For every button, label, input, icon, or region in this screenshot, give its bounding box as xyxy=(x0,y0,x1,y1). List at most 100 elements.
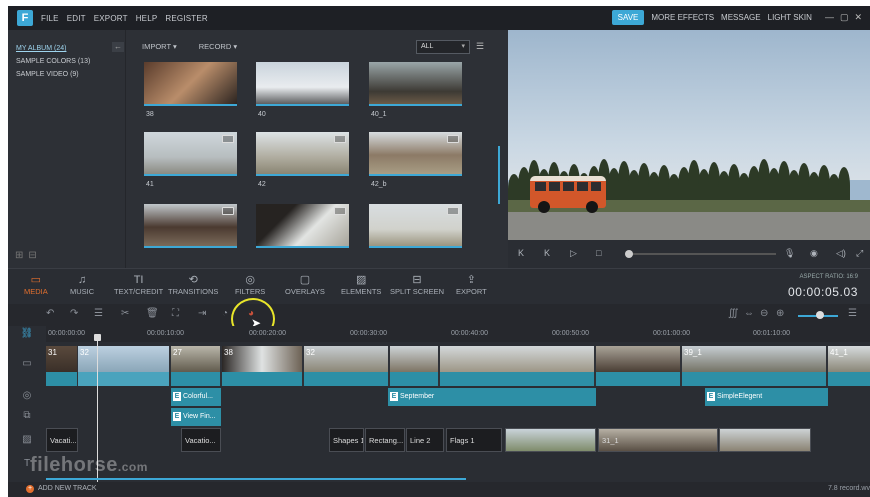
media-thumbnail[interactable]: 42_b xyxy=(369,132,462,188)
cut-icon[interactable]: ✂ xyxy=(121,308,129,319)
more-effects-link[interactable]: MORE EFFECTS xyxy=(651,13,714,22)
tab-elements[interactable]: ▨ ELEMENTS xyxy=(341,273,381,296)
text-clip[interactable]: Vacati... xyxy=(46,428,78,452)
media-thumbnail[interactable]: 40 xyxy=(256,62,349,118)
save-button[interactable]: SAVE xyxy=(611,10,645,25)
duration-icon[interactable]: ⇥ xyxy=(198,308,206,319)
filter-clip[interactable]: E Colorful... xyxy=(171,388,221,406)
main-toolbar: ▭ MEDIA ♫ MUSIC TI TEXT/CREDIT ⟲ TRANSITIONS… xyxy=(8,268,870,304)
video-clip[interactable]: 38 xyxy=(222,346,302,386)
undo-icon[interactable]: ↶ xyxy=(46,308,54,319)
skip-back-icon[interactable]: K xyxy=(518,248,524,258)
timeline-ruler[interactable]: 00:00:00:00 00:00:10:00 00:00:20:00 00:0… xyxy=(46,326,870,342)
text-clip[interactable]: Rectang... xyxy=(365,428,405,452)
video-clip[interactable]: 31 xyxy=(46,346,77,386)
text-clip[interactable]: Shapes 1 xyxy=(329,428,364,452)
zoom-slider-knob[interactable] xyxy=(816,311,824,319)
overlay-track-icon[interactable]: ⧉ xyxy=(8,410,46,430)
record-dropdown[interactable]: RECORD ▾ xyxy=(199,42,237,51)
media-thumbnail[interactable]: 40_1 xyxy=(369,62,462,118)
crop-icon[interactable]: ⛶ xyxy=(172,308,179,319)
collapse-albums-icon[interactable]: ← xyxy=(112,42,124,52)
video-track-icon[interactable]: ▭ xyxy=(8,358,46,378)
speed-icon[interactable]: ◔ xyxy=(222,308,228,319)
album-sample-video[interactable]: SAMPLE VIDEO (9) xyxy=(16,68,125,81)
filter-clip[interactable]: E SimpleElegent xyxy=(705,388,828,406)
play-icon[interactable]: ▷ xyxy=(570,248,577,259)
library-scrollbar[interactable] xyxy=(498,146,500,204)
redo-icon[interactable]: ↷ xyxy=(70,308,78,319)
tab-split-screen[interactable]: ⊟ SPLIT SCREEN xyxy=(390,273,444,296)
element-clip[interactable]: Flags 1 xyxy=(446,428,502,452)
zoom-in-icon[interactable]: ⊕ xyxy=(776,308,784,319)
video-clip[interactable] xyxy=(596,346,680,386)
tab-text-credit[interactable]: TI TEXT/CREDIT xyxy=(114,273,163,296)
filter-track-icon[interactable]: ◎ xyxy=(8,390,46,410)
video-clip-selected[interactable]: 32 xyxy=(78,346,169,386)
zoom-out-icon[interactable]: ⊖ xyxy=(760,308,768,319)
tab-filters[interactable]: ◎ FILTERS xyxy=(235,273,265,296)
video-clip[interactable]: 41_1 xyxy=(828,346,870,386)
link-icon[interactable]: ⛓ xyxy=(8,328,46,348)
media-thumbnail[interactable] xyxy=(369,204,462,250)
playback-knob[interactable] xyxy=(625,250,633,258)
tab-export[interactable]: ⇪ EXPORT xyxy=(456,273,487,296)
audio-mixer-icon[interactable]: ∭ xyxy=(728,308,739,319)
step-back-icon[interactable]: K xyxy=(544,248,550,258)
video-clip[interactable]: 32 xyxy=(304,346,388,386)
plus-icon: + xyxy=(26,485,34,493)
mic-icon[interactable]: 🎙 xyxy=(784,248,795,259)
import-dropdown[interactable]: IMPORT ▾ xyxy=(142,42,177,51)
light-skin-link[interactable]: LIGHT SKIN xyxy=(768,13,812,22)
media-thumbnail[interactable]: 41 xyxy=(144,132,237,188)
menu-file[interactable]: FILE xyxy=(41,14,59,23)
tab-music[interactable]: ♫ MUSIC xyxy=(70,273,94,296)
track-list-icon[interactable]: ☰ xyxy=(848,308,857,319)
video-clip[interactable] xyxy=(440,346,594,386)
menu-export[interactable]: EXPORT xyxy=(94,14,128,23)
message-link[interactable]: MESSAGE xyxy=(721,13,761,22)
volume-icon[interactable]: ◁) xyxy=(836,248,846,259)
close-icon[interactable]: ✕ xyxy=(854,12,862,23)
add-folder-icon[interactable]: ⊞ xyxy=(15,249,23,262)
overlay-clip[interactable]: E View Fin... xyxy=(171,408,221,426)
album-my-album[interactable]: MY ALBUM (24) xyxy=(16,42,125,55)
filter-clip[interactable]: E September xyxy=(388,388,596,406)
maximize-icon[interactable]: ▢ xyxy=(840,12,849,23)
tab-transitions[interactable]: ⟲ TRANSITIONS xyxy=(168,273,218,296)
album-sample-colors[interactable]: SAMPLE COLORS (13) xyxy=(16,55,125,68)
media-clip[interactable] xyxy=(719,428,811,452)
media-thumbnail[interactable]: 38 xyxy=(144,62,237,118)
element-clip[interactable]: Line 2 xyxy=(406,428,444,452)
fit-timeline-icon[interactable]: ⇔ xyxy=(744,308,754,319)
tab-media[interactable]: ▭ MEDIA xyxy=(24,273,48,296)
menu-register[interactable]: REGISTER xyxy=(165,14,208,23)
media-thumbnail[interactable] xyxy=(256,204,349,250)
timeline-scrollbar[interactable] xyxy=(46,478,466,480)
adjust-icon[interactable]: ☰ xyxy=(94,308,103,319)
menu-help[interactable]: HELP xyxy=(136,14,158,23)
video-clip[interactable]: 39_1 xyxy=(682,346,826,386)
tab-overlays[interactable]: ▢ OVERLAYS xyxy=(285,273,325,296)
video-clip[interactable]: 27 xyxy=(171,346,220,386)
media-thumbnail[interactable]: 42 xyxy=(256,132,349,188)
video-preview[interactable] xyxy=(508,30,870,240)
element-track-icon[interactable]: ▨ xyxy=(8,434,46,454)
menu-edit[interactable]: EDIT xyxy=(67,14,86,23)
media-thumbnail[interactable] xyxy=(144,204,237,250)
camera-icon[interactable]: ◉ xyxy=(810,248,818,259)
list-view-icon[interactable]: ☰ xyxy=(476,41,484,52)
fullscreen-icon[interactable]: ⤢ xyxy=(856,248,863,259)
media-clip[interactable] xyxy=(505,428,596,452)
remove-folder-icon[interactable]: ⊟ xyxy=(28,249,36,262)
stop-icon[interactable]: □ xyxy=(596,248,601,258)
add-new-track-button[interactable]: + ADD NEW TRACK xyxy=(26,485,97,493)
playback-progress-bar[interactable] xyxy=(628,253,776,255)
video-clip[interactable] xyxy=(390,346,438,386)
media-clip[interactable]: 31_1 xyxy=(598,428,718,452)
media-filter-select[interactable]: ALL xyxy=(416,40,470,54)
text-clip[interactable]: Vacatio... xyxy=(181,428,221,452)
minimize-icon[interactable]: — xyxy=(825,12,834,23)
delete-icon[interactable]: 🗑 xyxy=(146,308,159,319)
tab-elements-label: ELEMENTS xyxy=(341,287,382,296)
